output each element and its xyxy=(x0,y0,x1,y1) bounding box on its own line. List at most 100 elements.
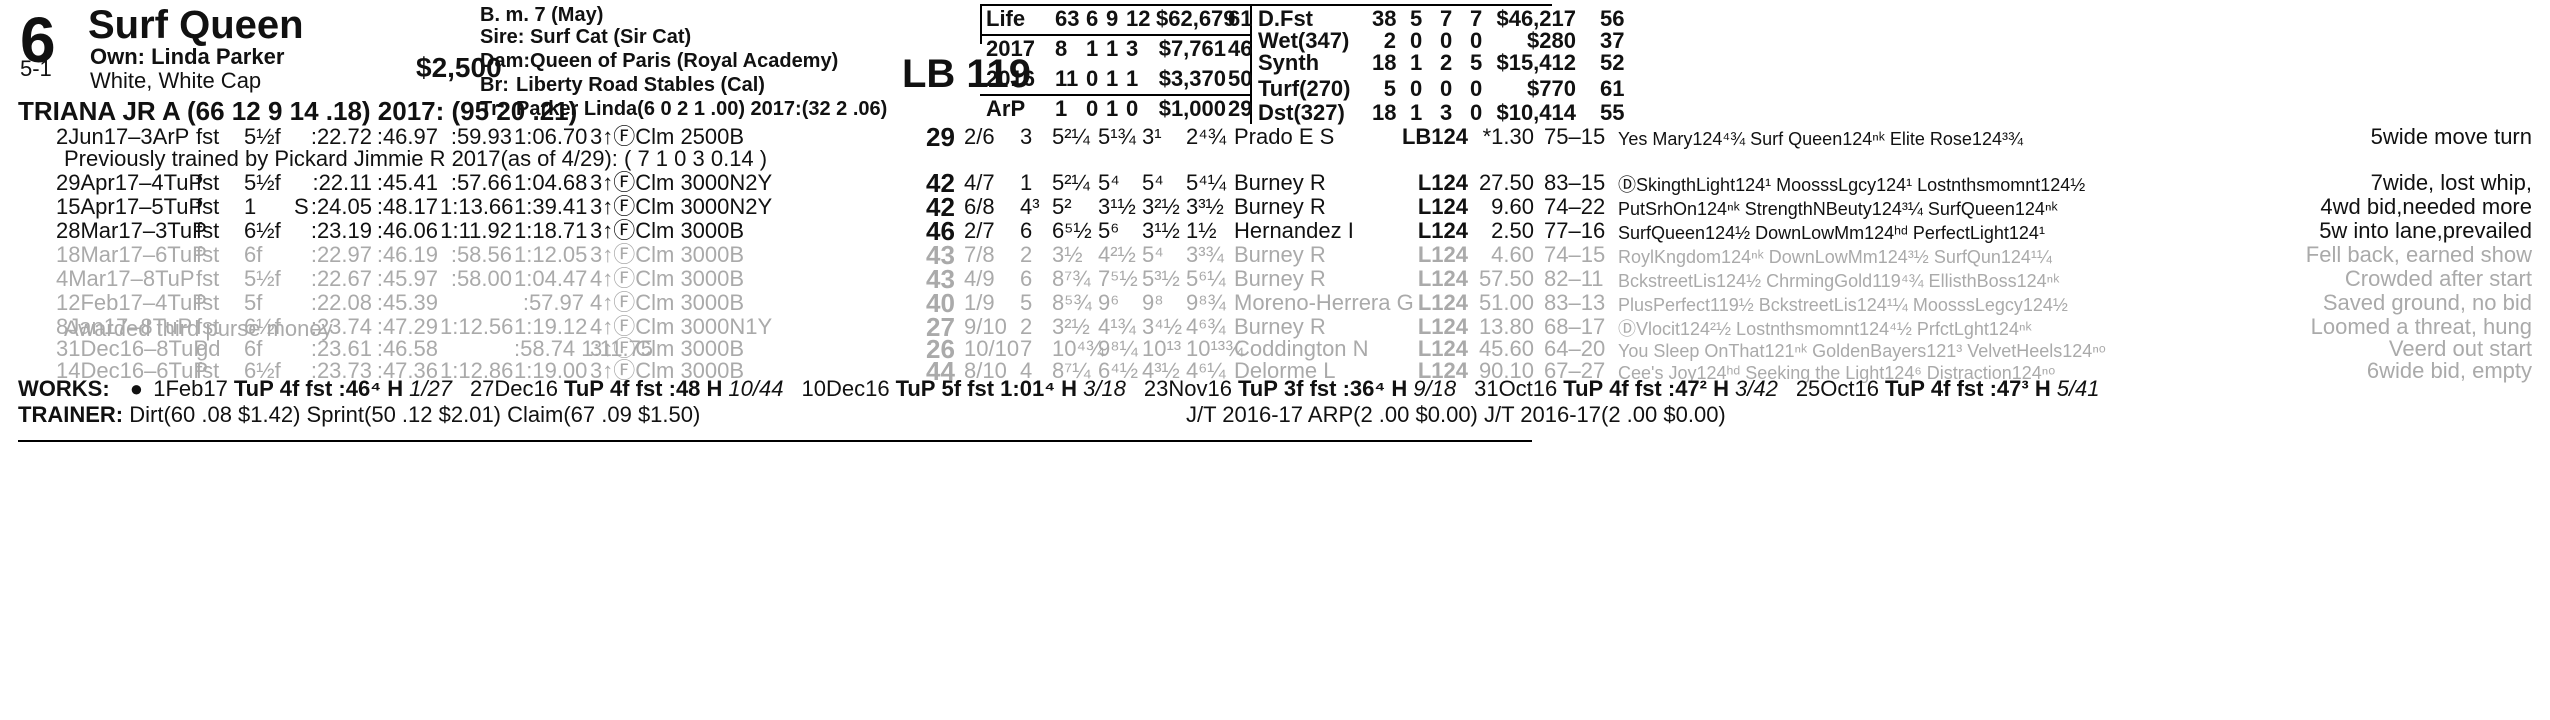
pp-call-2: 7⁵½ xyxy=(1098,266,1138,291)
pp-condition: fst xyxy=(196,242,220,267)
pp-distance: 5½f xyxy=(244,170,281,195)
pp-finish: 9⁸¾ xyxy=(1186,290,1226,315)
pp-date: 15Apr17–5TuP xyxy=(56,194,204,219)
pp-finish: 5⁴¼ xyxy=(1186,170,1227,195)
surface-starts: 18 xyxy=(1372,100,1397,125)
pp-stretch: 5⁴ xyxy=(1142,242,1164,267)
pp-pace: 75–15 xyxy=(1544,124,1606,149)
pp-top-finishers: Yes Mary124⁴¾ Surf Queen124ⁿᵏ Elite Rose… xyxy=(1618,129,2023,149)
pp-date: 18Mar17–6TuP xyxy=(56,242,207,267)
record-places: 1 xyxy=(1106,66,1119,91)
work-item: 31Oct16 TuP 4f fst :47² H 3/42 xyxy=(1474,376,1778,401)
pp-call-1: 3½ xyxy=(1052,242,1083,267)
pp-med-weight: L124 xyxy=(1417,194,1468,219)
pp-fraction-1: :22.97 xyxy=(310,242,372,267)
pp-race-type: 4↑ⒻClm 3000B xyxy=(590,266,745,291)
work-rank: 9/18 xyxy=(1413,376,1457,401)
record-wins: 0 xyxy=(1086,96,1099,121)
works-bullet: ● xyxy=(129,376,144,401)
work-description: 3f fst :36⁴ H xyxy=(1283,376,1408,401)
surface-label: Synth xyxy=(1258,50,1320,75)
pp-fraction-2: :45.97 xyxy=(376,266,438,291)
surface-speed: 61 xyxy=(1600,76,1625,101)
pp-start: 5 xyxy=(1020,290,1033,315)
surface-shows: 0 xyxy=(1470,100,1483,125)
record-label: 2016 xyxy=(986,66,1035,91)
pp-date: 28Mar17–3TuP xyxy=(56,218,207,243)
pp-jockey: Burney R xyxy=(1234,266,1326,291)
trainer-stats-label: TRAINER: xyxy=(18,402,124,427)
record-earnings: $3,370 xyxy=(1158,66,1226,91)
pp-race-type: 3↑ⒻClm 3000B xyxy=(590,242,745,267)
work-item: 25Oct16 TuP 4f fst :47³ H 5/41 xyxy=(1796,376,2100,401)
work-description: 4f fst :47³ H xyxy=(1930,376,2051,401)
pp-fraction-3: 1:11.92 xyxy=(440,218,512,243)
pp-call-1: 5²¼ xyxy=(1052,170,1090,195)
trainer-label: Tr: xyxy=(480,98,506,120)
record-starts: 63 xyxy=(1055,6,1080,31)
record-places: 1 xyxy=(1106,96,1119,121)
pp-call-2: 5⁶ xyxy=(1098,218,1120,243)
pp-post-position: 7/8 xyxy=(964,242,995,267)
record-wins: 1 xyxy=(1086,36,1099,61)
record-earnings: $62,679 xyxy=(1156,6,1236,31)
record-starts: 11 xyxy=(1055,66,1079,91)
pp-fraction-3: :58.00 xyxy=(450,266,512,291)
record-places: 9 xyxy=(1106,6,1119,31)
pp-jockey: Moreno-Herrera G xyxy=(1234,290,1414,315)
surface-earnings: $770 xyxy=(1527,76,1576,101)
work-rank: 10/44 xyxy=(728,376,784,401)
breeder-label: Br: xyxy=(480,74,509,96)
surface-label: Turf(270) xyxy=(1258,76,1351,101)
morning-line-odds: 5-1 xyxy=(20,56,52,81)
pp-post-position: 2/7 xyxy=(964,218,995,243)
pp-fraction-3: :58.56 xyxy=(450,242,512,267)
work-date: 1Feb17 xyxy=(153,376,228,401)
work-track: TuP xyxy=(895,376,936,401)
pp-fraction-2: :45.39 xyxy=(376,290,438,315)
works-label: WORKS: xyxy=(18,376,110,401)
surface-starts: 18 xyxy=(1372,50,1397,75)
record-shows: 12 xyxy=(1126,6,1151,31)
works-items: 1Feb17 TuP 4f fst :46⁴ H 1/27 27Dec16 TuP 4f f… xyxy=(149,376,2099,401)
work-description: 4f fst :46⁴ H xyxy=(279,376,404,401)
pp-fraction-2: :45.41 xyxy=(376,170,438,195)
pp-finish: 3³½ xyxy=(1186,194,1224,219)
surface-speed: 52 xyxy=(1600,50,1625,75)
pp-comment: Fell back, earned show xyxy=(2305,242,2532,267)
pp-pace: 83–15 xyxy=(1544,170,1606,195)
pp-jockey: Burney R xyxy=(1234,194,1326,219)
pp-finish: 5⁶¼ xyxy=(1186,266,1226,291)
previous-trainer-note: Previously trained by Pickard Jimmie R 2… xyxy=(64,146,768,171)
sire: Sire: Surf Cat (Sir Cat) xyxy=(480,26,692,48)
pp-jockey: Burney R xyxy=(1234,242,1326,267)
work-date: 10Dec16 xyxy=(801,376,890,401)
pp-odds: 27.50 xyxy=(1478,170,1534,195)
pp-call-1: 5² xyxy=(1052,194,1072,219)
pp-fraction-1: :23.19 xyxy=(310,218,372,243)
pp-condition: fst xyxy=(196,266,220,291)
pp-odds: 2.50 xyxy=(1491,218,1534,243)
pp-stretch: 3²½ xyxy=(1142,194,1180,219)
record-shows: 0 xyxy=(1126,96,1139,121)
pp-distance: 1 xyxy=(244,194,257,219)
pp-comment: 5wide move turn xyxy=(2370,124,2532,149)
pp-top-finishers: SurfQueen124½ DownLowMm124ʰᵈ PerfectLigh… xyxy=(1618,223,2045,243)
work-track: TuP xyxy=(1563,376,1604,401)
record-places: 1 xyxy=(1106,36,1119,61)
pp-stretch: 9⁸ xyxy=(1142,290,1164,315)
work-date: 23Nov16 xyxy=(1143,376,1232,401)
pp-finish: 2⁴¾ xyxy=(1186,124,1227,149)
surface-wins: 1 xyxy=(1410,100,1423,125)
pp-post-position: 6/8 xyxy=(964,194,995,219)
work-description: 4f fst :48 H xyxy=(609,376,723,401)
pp-condition: fst xyxy=(196,170,220,195)
pp-distance: 6f xyxy=(244,242,263,267)
pp-pace: 74–15 xyxy=(1544,242,1606,267)
work-track: TuP xyxy=(564,376,604,401)
pp-date: 12Feb17–4TuP xyxy=(56,290,207,315)
pp-comment: 5w into lane,prevailed xyxy=(2319,218,2532,243)
pp-comment: 4wd bid,needed more xyxy=(2320,194,2532,219)
trainer-stats-text: Dirt(60 .08 $1.42) Sprint(50 .12 $2.01) … xyxy=(129,402,701,427)
pp-final-time: 1:18.71 xyxy=(514,218,588,243)
